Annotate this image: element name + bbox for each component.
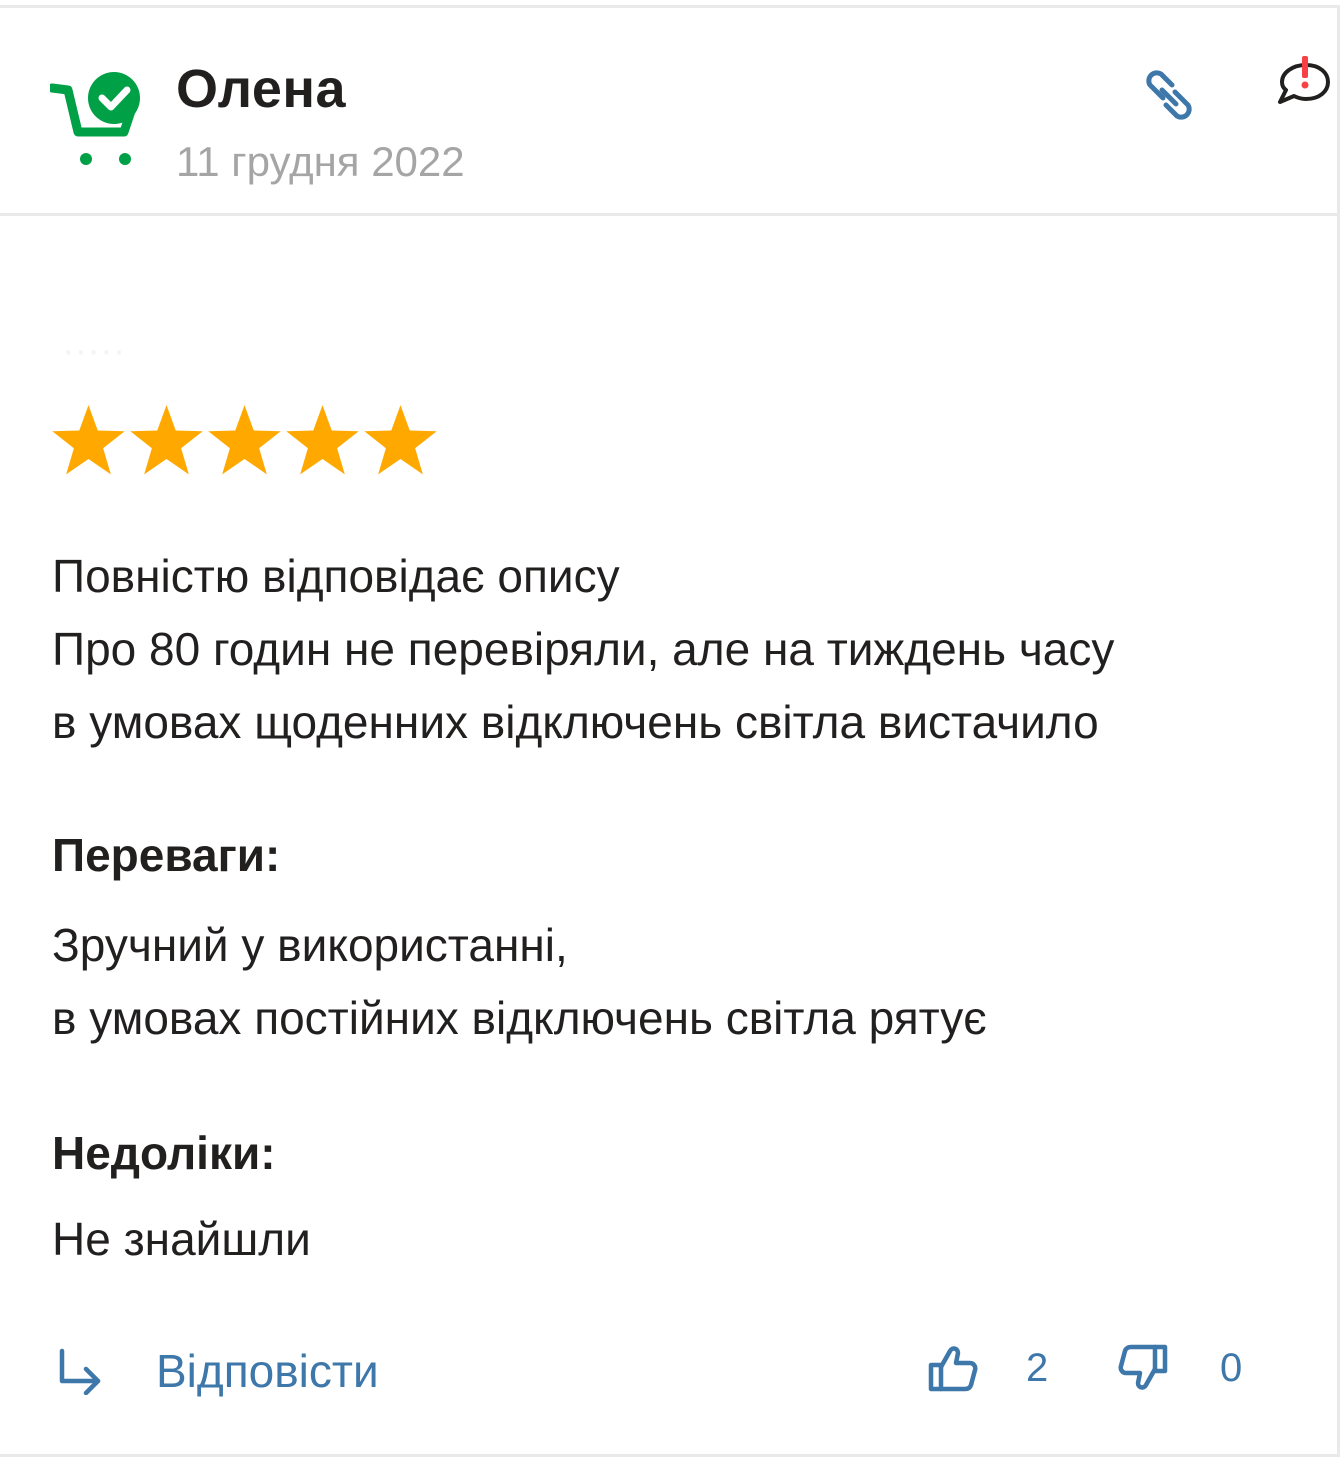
link-icon[interactable]: [1138, 64, 1200, 126]
thumbs-down-icon: [1118, 1344, 1168, 1390]
author-name: Олена: [176, 59, 347, 119]
pros-line: Зручний у використанні,: [52, 919, 568, 971]
review-date: 11 грудня 2022: [176, 138, 465, 185]
thumbs-up-icon: [928, 1346, 978, 1392]
star-icon: [130, 405, 203, 475]
report-icon[interactable]: [1276, 52, 1332, 108]
review-body-line: Про 80 годин не перевіряли, але на тижде…: [52, 623, 1115, 675]
dislike-button[interactable]: 0: [1118, 1336, 1242, 1400]
reply-label: Відповісти: [156, 1345, 379, 1397]
reply-arrow-icon: [59, 1348, 101, 1395]
like-button[interactable]: 2: [928, 1336, 1048, 1400]
pros-line: в умовах постійних відключень світла рят…: [52, 992, 987, 1044]
pros-title: Переваги:: [52, 829, 281, 881]
review-header: Олена 11 грудня 2022: [0, 8, 1340, 216]
cons-line: Не знайшли: [52, 1213, 311, 1265]
reply-button[interactable]: Відповісти: [56, 1336, 379, 1406]
star-icon: [208, 405, 281, 475]
verified-buyer-cart-icon: [50, 72, 140, 165]
star-icon: [286, 405, 359, 475]
review-body: Повністю відповідає опису Про 80 годин н…: [52, 540, 1114, 759]
dislike-count: 0: [1220, 1345, 1243, 1390]
pros-text: Зручний у використанні, в умовах постійн…: [52, 909, 987, 1055]
cons-text: Не знайшли: [52, 1203, 311, 1276]
faint-placeholder-text: ·····: [62, 330, 126, 372]
star-icon: [52, 405, 125, 475]
cons-title: Недоліки:: [52, 1127, 276, 1179]
rating-stars: [50, 402, 439, 480]
star-icon: [364, 405, 437, 475]
review-body-line: в умовах щоденних відключень світла вист…: [52, 696, 1099, 748]
review-body-line: Повністю відповідає опису: [52, 550, 620, 602]
like-count: 2: [1026, 1345, 1049, 1390]
